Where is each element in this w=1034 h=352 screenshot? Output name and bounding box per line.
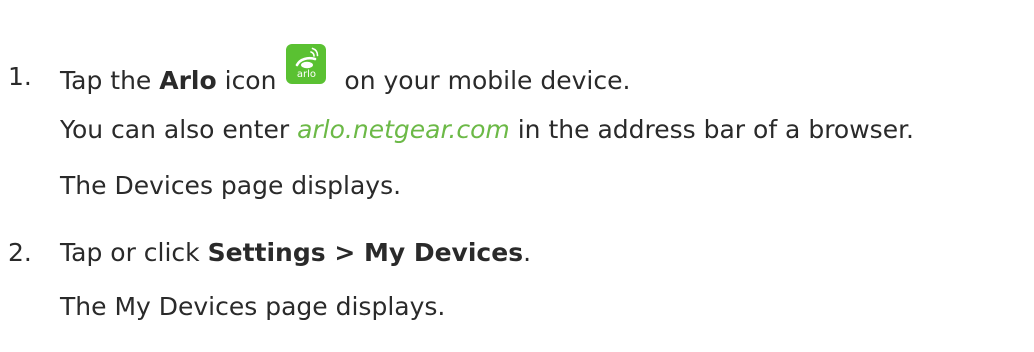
- note-text: The My Devices page displays.: [60, 292, 446, 321]
- step-text: Tap the Arlo icon arlo on your mobile de…: [60, 44, 631, 102]
- step-text-part: .: [523, 238, 532, 267]
- step-text-part: Tap the: [60, 66, 160, 95]
- step-text-part: icon: [216, 66, 277, 95]
- step-2: 2. Tap or click Settings > My Devices.: [0, 238, 1034, 268]
- app-name: Arlo: [159, 66, 217, 95]
- arlo-logo-text: arlo: [296, 69, 317, 80]
- note-text-part: in the address bar of a browser.: [509, 115, 915, 144]
- note-text-part: You can also enter: [60, 115, 298, 144]
- step-1: 1. Tap the Arlo icon arlo on your mobile…: [0, 44, 1034, 95]
- step-number: 1.: [8, 62, 32, 91]
- step-text: Tap or click Settings > My Devices.: [60, 238, 531, 268]
- arlo-web-link[interactable]: arlo.netgear.com: [297, 115, 510, 144]
- menu-path: Settings > My Devices: [207, 238, 524, 267]
- step-text-part: Tap or click: [60, 238, 208, 267]
- note-text: You can also enter arlo.netgear.com in t…: [60, 115, 914, 145]
- arlo-app-icon[interactable]: arlo: [286, 44, 327, 84]
- step-number: 2.: [8, 238, 32, 267]
- note-text: The Devices page displays.: [60, 171, 402, 200]
- step-text-part: on your mobile device.: [336, 66, 631, 95]
